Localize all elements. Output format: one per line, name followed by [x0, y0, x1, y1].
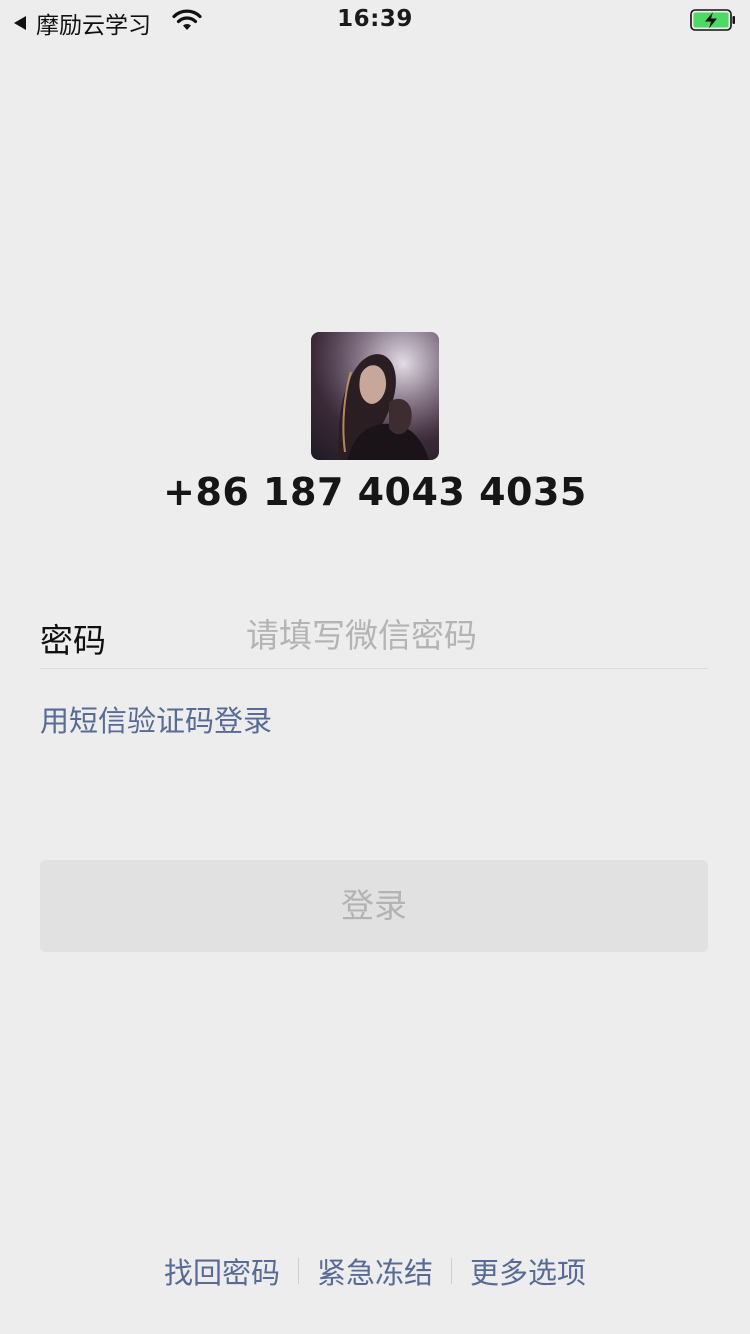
battery-charging-icon: [690, 9, 735, 31]
password-input[interactable]: [246, 610, 696, 660]
avatar: [311, 332, 439, 460]
status-bar: 摩励云学习 16:39: [0, 0, 750, 40]
emergency-freeze-link[interactable]: 紧急冻结: [317, 1250, 433, 1292]
login-button[interactable]: 登录: [40, 860, 708, 952]
footer-links: 找回密码 紧急冻结 更多选项: [0, 1250, 750, 1292]
footer-divider: [451, 1258, 452, 1284]
status-time: 16:39: [337, 6, 413, 32]
more-options-link[interactable]: 更多选项: [470, 1250, 586, 1292]
footer-divider: [297, 1258, 299, 1284]
account-phone-number: +86 187 4043 4035: [163, 470, 587, 514]
password-label: 密码: [40, 621, 106, 660]
password-row: 密码: [40, 608, 708, 669]
avatar-image: [311, 332, 439, 460]
sms-login-link[interactable]: 用短信验证码登录: [40, 698, 272, 740]
recover-password-link[interactable]: 找回密码: [164, 1250, 280, 1292]
